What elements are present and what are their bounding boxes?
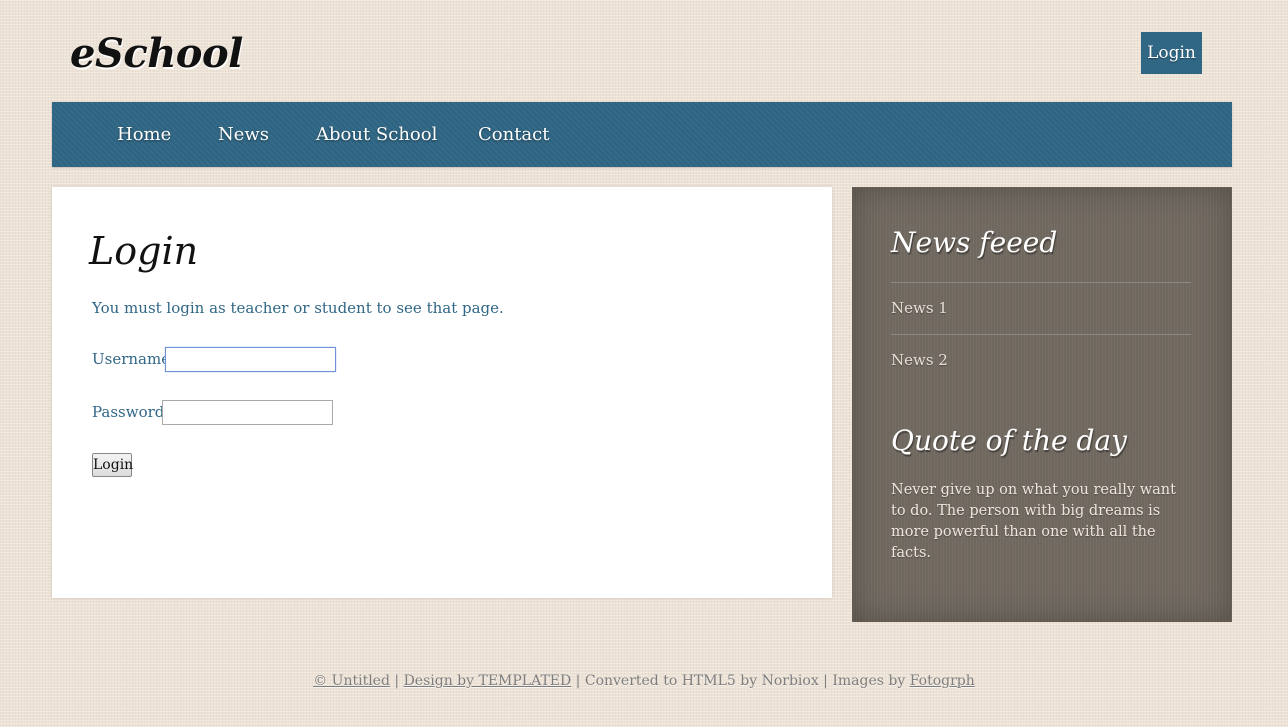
quote-heading: Quote of the day: [891, 424, 1127, 457]
news-item[interactable]: News 1: [891, 282, 1191, 334]
password-input[interactable]: [162, 400, 333, 425]
login-submit-button[interactable]: Login: [92, 453, 133, 477]
footer: © Untitled | Design by TEMPLATED | Conve…: [0, 673, 1288, 689]
site-logo[interactable]: eSchool: [70, 30, 243, 77]
footer-separator: |: [389, 673, 404, 689]
username-input[interactable]: [165, 347, 336, 372]
nav-item-news[interactable]: News: [218, 102, 269, 167]
footer-design-link[interactable]: Design by TEMPLATED: [404, 673, 572, 689]
nav-item-about-school[interactable]: About School: [316, 102, 437, 167]
footer-credits-text: | Converted to HTML5 by Norbiox | Images…: [571, 673, 910, 689]
quote-text: Never give up on what you really want to…: [891, 482, 1176, 561]
news-list: News 1 News 2: [891, 282, 1191, 386]
login-panel: Login You must login as teacher or stude…: [52, 187, 832, 598]
login-required-notice: You must login as teacher or student to …: [92, 299, 504, 317]
footer-copyright-link[interactable]: © Untitled: [313, 673, 390, 689]
news-item[interactable]: News 2: [891, 334, 1191, 386]
password-label: Password:: [92, 403, 170, 421]
nav-item-home[interactable]: Home: [117, 102, 171, 167]
header-login-button[interactable]: Login: [1141, 32, 1202, 74]
news-feed-heading: News feeed: [891, 226, 1058, 259]
main-nav: Home News About School Contact: [52, 102, 1232, 167]
footer-images-link[interactable]: Fotogrph: [910, 673, 975, 689]
nav-item-contact[interactable]: Contact: [478, 102, 549, 167]
page-title: Login: [89, 229, 199, 273]
sidebar: News feeed News 1 News 2 Quote of the da…: [852, 187, 1232, 622]
username-label: Username:: [92, 350, 176, 368]
